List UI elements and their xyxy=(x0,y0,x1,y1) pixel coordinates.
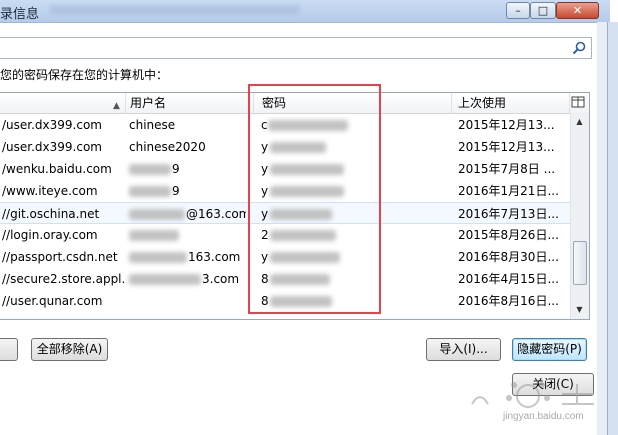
last-used-cell: 2015年7月8日 ... xyxy=(458,162,556,176)
last-used-cell: 2016年4月15日... xyxy=(458,272,559,286)
window-title: 录信息 xyxy=(0,7,40,22)
site-cell: //user.qunar.com xyxy=(2,294,103,308)
username-cell: 163.com xyxy=(188,250,241,264)
username-cell: @163.com xyxy=(186,207,246,221)
site-cell: //login.oray.com xyxy=(2,228,98,242)
maximize-icon: □ xyxy=(537,4,549,17)
column-username[interactable]: 用户名 xyxy=(126,93,254,113)
last-used-cell: 2016年8月16日... xyxy=(458,294,559,308)
last-used-cell: 2015年12月13... xyxy=(458,140,555,154)
last-used-cell: 2016年7月13日... xyxy=(458,207,559,221)
site-cell: /user.dx399.com xyxy=(2,140,102,154)
search-icon xyxy=(572,41,586,55)
remove-all-button[interactable]: 全部移除(A) xyxy=(31,338,108,361)
title-bar: 录信息 – □ ✕ xyxy=(0,0,610,23)
obscured-username xyxy=(129,164,171,175)
username-cell: chinese2020 xyxy=(129,140,206,154)
obscured-username xyxy=(129,230,179,241)
scroll-thumb[interactable] xyxy=(573,241,587,285)
scroll-down-icon[interactable]: ▼ xyxy=(573,303,586,316)
username-cell: 3.com xyxy=(202,272,240,286)
column-picker-icon[interactable] xyxy=(571,95,585,109)
site-cell: //secure2.store.appl... xyxy=(2,272,124,286)
vertical-scrollbar[interactable]: ▲ ▼ xyxy=(570,113,589,319)
last-used-cell: 2016年8月30日... xyxy=(458,250,559,264)
username-cell xyxy=(180,224,190,246)
site-cell: /www.iteye.com xyxy=(2,184,98,198)
background-window-edge xyxy=(607,22,618,435)
obscured-username xyxy=(129,274,201,285)
username-cell xyxy=(129,290,139,312)
obscured-username xyxy=(129,252,187,263)
last-used-cell: 2015年8月26日... xyxy=(458,228,559,242)
minimize-button[interactable]: – xyxy=(506,2,530,19)
site-cell: //passport.csdn.net xyxy=(2,250,118,264)
saved-passwords-caption: 您的密码保存在您的计算机中： xyxy=(0,68,169,82)
site-cell: /wenku.baidu.com xyxy=(2,162,112,176)
obscured-username xyxy=(129,209,185,220)
watermark-url: jingyan.baidu.com xyxy=(503,411,584,422)
username-cell: chinese xyxy=(129,118,176,132)
last-used-cell: 2016年1月21日... xyxy=(458,184,559,198)
minimize-icon: – xyxy=(515,4,521,17)
sort-ascending-icon: ▲ xyxy=(113,101,120,111)
obscured-username xyxy=(129,186,171,197)
site-cell: /user.dx399.com xyxy=(2,118,102,132)
close-window-button[interactable]: ✕ xyxy=(556,2,599,19)
search-input[interactable] xyxy=(0,37,592,59)
import-button[interactable]: 导入(I)... xyxy=(426,338,501,361)
last-used-cell: 2015年12月13... xyxy=(458,118,555,132)
close-icon: ✕ xyxy=(572,4,583,17)
blurred-menu-text xyxy=(50,5,300,15)
username-cell: 9 xyxy=(172,184,180,198)
hide-passwords-button[interactable]: 隐藏密码(P) xyxy=(512,338,587,361)
baidu-watermark-logo xyxy=(471,382,594,408)
maximize-button[interactable]: □ xyxy=(530,2,556,19)
window-frame xyxy=(597,22,607,435)
column-last-used[interactable]: 上次使用 xyxy=(452,93,570,113)
remove-button-partial[interactable] xyxy=(0,338,18,361)
site-cell: //git.oschina.net xyxy=(2,207,100,221)
password-column-highlight xyxy=(248,84,381,314)
username-cell: 9 xyxy=(172,162,180,176)
scroll-up-icon[interactable]: ▲ xyxy=(573,115,586,128)
column-site[interactable]: ▲ xyxy=(0,93,126,113)
